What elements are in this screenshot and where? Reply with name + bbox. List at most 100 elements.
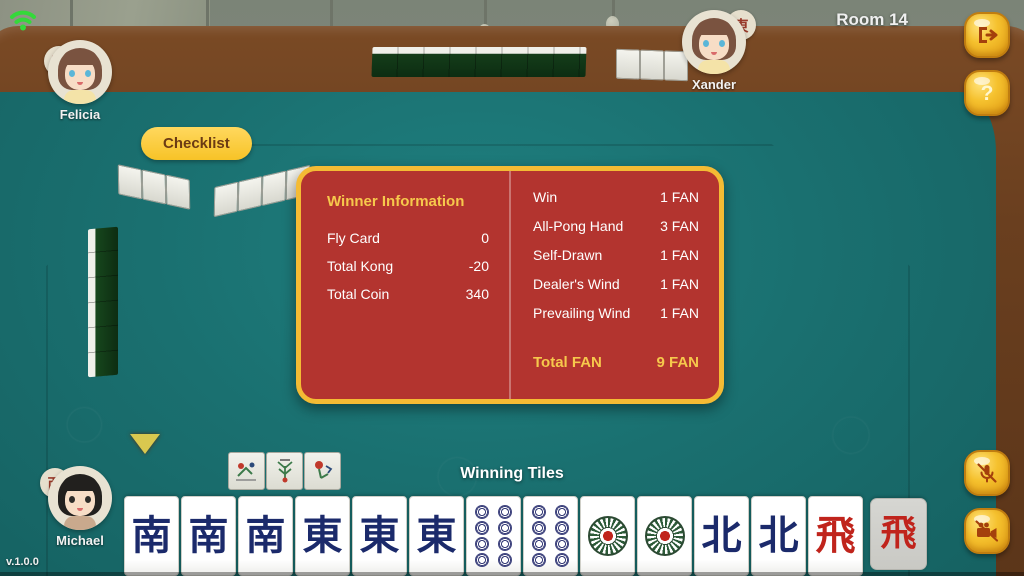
avatar-body [64,516,96,530]
fan-label: All-Pong Hand [533,218,624,234]
tile-dots-eight-1[interactable] [466,496,521,576]
stat-label: Fly Card [327,230,380,246]
fan-row: Prevailing Wind 1 FAN [533,305,699,321]
total-fan-row: Total FAN 9 FAN [533,354,699,371]
exit-icon [979,27,998,43]
svg-text:?: ? [981,82,994,105]
fan-value: 1 FAN [660,247,699,263]
tile-north-1[interactable]: 北 [694,496,749,576]
exit-button[interactable] [964,12,1010,58]
fan-label: Dealer's Wind [533,276,620,292]
tile-dots-eight-2[interactable] [523,496,578,576]
fan-label: Prevailing Wind [533,305,631,321]
fan-label: Animal Tiles [533,334,608,337]
tile-south-3[interactable]: 南 [238,496,293,576]
camera-button[interactable] [964,508,1010,554]
tile-wall-top [371,47,587,77]
fan-list-scroll[interactable]: Win 1 FAN All-Pong Hand 3 FAN Self-Drawn… [533,189,699,337]
winning-tiles-label: Winning Tiles [460,465,564,482]
avatar-body [698,60,730,74]
tile-glyph: 南 [188,513,229,559]
flower-tile-3 [304,452,341,490]
turn-arrow [130,434,160,454]
dots-pattern [532,499,569,573]
tile-glyph: 南 [131,513,172,559]
tile-dots-one-2[interactable] [637,496,692,576]
tile-east-3[interactable]: 東 [409,496,464,576]
dots-pattern [475,499,512,573]
avatar-body [64,90,96,104]
player-name-michael: Michael [56,533,104,548]
meld-tile [237,175,263,212]
checklist-button[interactable]: Checklist [141,127,252,160]
avatar-eye-left [69,496,75,503]
tile-glyph: 北 [701,513,742,559]
fan-row: All-Pong Hand 3 FAN [533,218,699,234]
fan-breakdown-column: Win 1 FAN All-Pong Hand 3 FAN Self-Drawn… [511,171,719,399]
dots-pattern [644,516,685,556]
meld-tile [141,169,167,205]
winner-panel-title: Winner Information [327,193,465,210]
meld-tile [261,170,287,207]
fan-value: 1 FAN [660,305,699,321]
fan-row: Win 1 FAN [533,189,699,205]
meld-tile [213,181,239,218]
fan-row: Dealer's Wind 1 FAN [533,276,699,292]
tile-east-2[interactable]: 東 [352,496,407,576]
fan-value: 1 FAN [660,189,699,205]
microphone-button[interactable] [964,450,1010,496]
player-xander[interactable]: 東 Xander [654,10,774,92]
stat-label: Total Kong [327,258,394,274]
tile-glyph: 東 [302,513,343,559]
tile-drawn-fly-highlighted[interactable]: 飛 [870,498,927,570]
avatar-felicia [48,40,112,104]
room-label: Room 14 [836,10,908,29]
tile-south-2[interactable]: 南 [181,496,236,576]
stat-row: Total Coin 340 [327,286,489,302]
fan-label: Self-Drawn [533,247,603,263]
bonus-tiles-row [228,452,341,490]
tile-fly-1[interactable]: 飛 [808,496,863,576]
tile-north-2[interactable]: 北 [751,496,806,576]
tile-dots-one-1[interactable] [580,496,635,576]
tile-glyph: 東 [416,513,457,559]
flower-tile-2 [266,452,303,490]
flower-tile-1 [228,452,265,490]
fan-value: 1 FAN [660,276,699,292]
winning-tiles-hand: 南 南 南 東 東 東 北 北 飛 飛 [124,496,927,576]
help-question-icon: ? [981,82,994,105]
avatar-xander [682,10,746,74]
fan-row: Self-Drawn 1 FAN [533,247,699,263]
help-button[interactable]: ? [964,70,1010,116]
total-fan-value: 9 FAN [656,354,699,371]
tile-glyph: 飛 [880,513,917,554]
fan-row: Animal Tiles 2 FAN [533,334,699,337]
tile-glyph: 南 [245,513,286,559]
meld-tile [165,174,191,210]
version-label: v.1.0.0 [6,556,39,568]
avatar-eye-left [703,40,709,47]
winner-information-panel: Winner Information Fly Card 0 Total Kong… [296,166,724,404]
avatar-bangs [696,20,732,35]
microphone-muted-icon [977,463,997,483]
game-screen: Room 14 ? 南 Felicia 東 [0,0,1024,576]
tile-south-1[interactable]: 南 [124,496,179,576]
stat-value: -20 [468,258,489,274]
avatar-eye-right [719,40,725,47]
dots-pattern [587,516,628,556]
tile-wall-left [88,226,118,378]
stat-value: 340 [465,286,489,302]
wifi-icon [8,8,38,32]
tile-east-1[interactable]: 東 [295,496,350,576]
fan-value: 3 FAN [660,218,699,234]
player-felicia[interactable]: 南 Felicia [20,40,140,122]
lamp-cord [484,0,487,26]
fan-label: Win [533,189,558,205]
avatar-eye-right [85,496,91,503]
tile-glyph: 飛 [815,513,856,559]
avatar-eye-left [69,70,75,77]
total-fan-label: Total FAN [533,354,602,371]
player-name-xander: Xander [691,77,737,92]
stat-value: 0 [481,230,489,246]
meld-tile [117,164,143,200]
